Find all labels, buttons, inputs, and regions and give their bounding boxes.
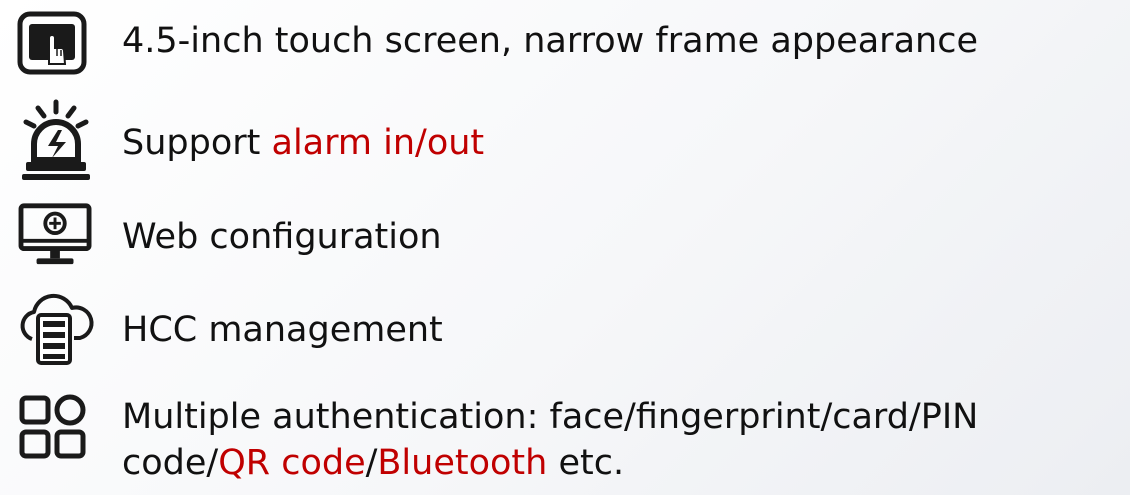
feature-text-separator: /	[365, 443, 378, 483]
feature-highlight-bluetooth: Bluetooth	[377, 443, 548, 483]
feature-web-config: Web configuration	[0, 200, 1130, 272]
feature-text-line1: Multiple authentication: face/fingerprin…	[122, 397, 979, 437]
feature-hcc: HCC management	[0, 287, 1130, 369]
feature-text: Support alarm in/out	[122, 120, 484, 166]
alarm-siren-icon	[14, 98, 98, 184]
feature-highlight-qr: QR code	[218, 443, 366, 483]
feature-highlight: alarm in/out	[271, 123, 485, 163]
feature-touch-screen: 4.5-inch touch screen, narrow frame appe…	[0, 8, 1130, 78]
feature-text-line2: code/QR code/Bluetooth etc.	[122, 440, 624, 486]
cloud-server-icon	[14, 287, 98, 369]
feature-text-plain: etc.	[547, 443, 625, 483]
feature-text-plain: code/	[122, 443, 219, 483]
feature-text: HCC management	[122, 310, 443, 350]
feature-text: Web configuration	[122, 217, 442, 257]
feature-authentication: Multiple authentication: face/fingerprin…	[0, 388, 1130, 493]
monitor-config-icon	[14, 200, 98, 270]
feature-text-plain: Support	[122, 123, 272, 163]
feature-text: 4.5-inch touch screen, narrow frame appe…	[122, 21, 978, 61]
touch-screen-icon	[14, 8, 98, 78]
grid-squares-icon	[14, 392, 98, 462]
feature-alarm: Support alarm in/out	[0, 98, 1130, 184]
